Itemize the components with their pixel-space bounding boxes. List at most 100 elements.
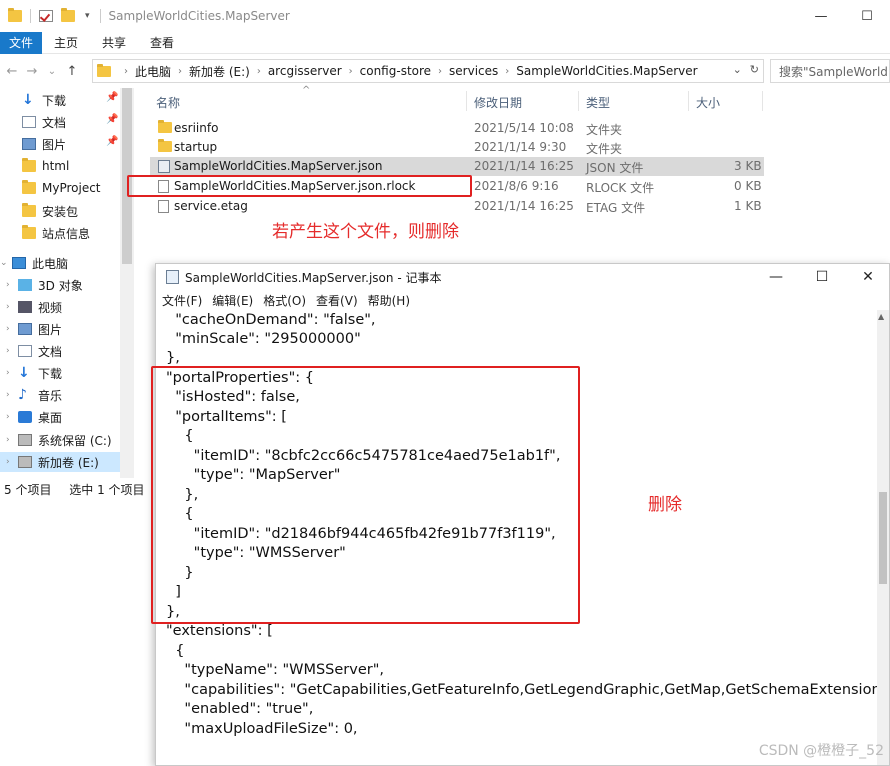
folder-icon bbox=[158, 139, 172, 152]
sidebar-item-videos[interactable]: › 视频 bbox=[6, 297, 62, 317]
address-row: ← → ⌄ ↑ › 此电脑 › 新加卷 (E:) › arcgisserver … bbox=[0, 58, 890, 84]
chevron-right-icon[interactable]: › bbox=[6, 457, 18, 467]
chevron-right-icon[interactable]: › bbox=[6, 435, 18, 445]
sidebar-item-3d-objects[interactable]: › 3D 对象 bbox=[6, 275, 83, 295]
minimize-button[interactable]: — bbox=[798, 0, 844, 32]
tab-share[interactable]: 共享 bbox=[90, 32, 138, 54]
file-row-mapserver-json[interactable]: SampleWorldCities.MapServer.json 2021/1/… bbox=[150, 157, 764, 176]
file-row-esriinfo[interactable]: esriinfo 2021/5/14 10:08 文件夹 bbox=[150, 119, 764, 138]
refresh-icon[interactable]: ↻ bbox=[750, 63, 759, 76]
sidebar-item-downloads-pc[interactable]: › ↓ 下载 bbox=[6, 363, 62, 383]
menu-view[interactable]: 查看(V) bbox=[316, 292, 358, 309]
column-separator[interactable] bbox=[762, 91, 763, 111]
sidebar-item-desktop[interactable]: › 桌面 bbox=[6, 407, 62, 427]
tab-view[interactable]: 查看 bbox=[138, 32, 186, 54]
file-row-startup[interactable]: startup 2021/1/14 9:30 文件夹 bbox=[150, 138, 764, 157]
menu-edit[interactable]: 编辑(E) bbox=[212, 292, 253, 309]
search-input[interactable]: 搜索"SampleWorld... bbox=[770, 59, 890, 83]
pin-icon[interactable]: 📌 bbox=[106, 136, 118, 147]
drive-icon bbox=[18, 434, 32, 446]
column-header-size[interactable]: 大小 bbox=[696, 94, 720, 111]
code-line: "maxUploadFileSize": 0, bbox=[166, 721, 358, 737]
file-row-etag[interactable]: service.etag 2021/1/14 16:25 ETAG 文件 1 K… bbox=[150, 197, 764, 216]
scroll-up-icon[interactable]: ▲ bbox=[878, 312, 884, 321]
sidebar-item-label: 图片 bbox=[42, 137, 67, 152]
breadcrumb-services[interactable]: services bbox=[449, 64, 498, 78]
maximize-button[interactable]: ☐ bbox=[799, 264, 845, 290]
navigation-pane: ↓ 下载 📌 文档 📌 图片 📌 html MyProject 安装包 站点信息 bbox=[0, 88, 134, 478]
column-header-type[interactable]: 类型 bbox=[586, 94, 610, 111]
sidebar-item-label: 视频 bbox=[38, 300, 63, 315]
chevron-right-icon[interactable]: › bbox=[6, 368, 18, 378]
sidebar-item-site-info[interactable]: 站点信息 bbox=[22, 223, 90, 243]
chevron-right-icon[interactable]: › bbox=[6, 346, 18, 356]
breadcrumb-config-store[interactable]: config-store bbox=[360, 64, 431, 78]
menu-help[interactable]: 帮助(H) bbox=[368, 292, 410, 309]
notepad-scrollbar[interactable]: ▲ bbox=[877, 310, 889, 765]
sidebar-item-documents-pc[interactable]: › 文档 bbox=[6, 341, 62, 361]
chevron-right-icon[interactable]: › bbox=[6, 324, 18, 334]
file-date: 2021/5/14 10:08 bbox=[474, 121, 574, 135]
minimize-button[interactable]: — bbox=[753, 264, 799, 290]
file-date: 2021/8/6 9:16 bbox=[474, 179, 559, 193]
nav-scrollbar[interactable] bbox=[120, 88, 134, 478]
recent-locations-icon[interactable]: ⌄ bbox=[42, 66, 62, 77]
column-separator[interactable] bbox=[688, 91, 689, 111]
music-note-icon: ♪ bbox=[18, 387, 27, 403]
breadcrumb-drive-e[interactable]: 新加卷 (E:) bbox=[189, 63, 250, 80]
window-controls: — ☐ ✕ bbox=[753, 264, 889, 290]
menu-file[interactable]: 文件(F) bbox=[162, 292, 202, 309]
chevron-down-icon[interactable]: ⌄ bbox=[0, 258, 12, 268]
properties-icon[interactable] bbox=[39, 10, 53, 22]
sidebar-item-drive-e[interactable]: › 新加卷 (E:) bbox=[0, 452, 120, 472]
sidebar-item-html[interactable]: html bbox=[22, 156, 69, 176]
forward-arrow-icon[interactable]: → bbox=[22, 64, 42, 79]
code-line: { bbox=[166, 643, 185, 659]
column-separator[interactable] bbox=[578, 91, 579, 111]
customize-toolbar-icon[interactable]: ▾ bbox=[85, 11, 90, 21]
sidebar-item-label: 站点信息 bbox=[42, 226, 91, 241]
sidebar-item-label: 系统保留 (C:) bbox=[38, 433, 112, 448]
tab-home[interactable]: 主页 bbox=[42, 32, 90, 54]
chevron-right-icon[interactable]: › bbox=[6, 390, 18, 400]
sidebar-item-music[interactable]: › ♪ 音乐 bbox=[6, 385, 62, 405]
pin-icon[interactable]: 📌 bbox=[106, 114, 118, 125]
pin-icon[interactable]: 📌 bbox=[106, 92, 118, 103]
file-name: startup bbox=[174, 140, 218, 154]
sidebar-item-pictures[interactable]: 图片 bbox=[22, 134, 66, 154]
sidebar-item-documents[interactable]: 文档 bbox=[22, 112, 66, 132]
menu-format[interactable]: 格式(O) bbox=[263, 292, 306, 309]
close-button[interactable]: ✕ bbox=[845, 264, 889, 290]
sidebar-item-installers[interactable]: 安装包 bbox=[22, 201, 78, 221]
scrollbar-thumb[interactable] bbox=[879, 492, 887, 584]
sidebar-item-this-pc[interactable]: ⌄ 此电脑 bbox=[0, 253, 68, 273]
video-icon bbox=[18, 301, 32, 313]
column-header-name[interactable]: 名称 bbox=[156, 94, 180, 111]
sidebar-item-pictures-pc[interactable]: › 图片 bbox=[6, 319, 62, 339]
chevron-right-icon[interactable]: › bbox=[6, 302, 18, 312]
maximize-button[interactable]: ☐ bbox=[844, 0, 890, 32]
back-arrow-icon[interactable]: ← bbox=[2, 64, 22, 79]
sidebar-item-downloads[interactable]: ↓ 下载 bbox=[22, 90, 66, 110]
sidebar-item-myproject[interactable]: MyProject bbox=[22, 178, 101, 198]
chevron-down-icon[interactable]: ⌄ bbox=[733, 63, 742, 76]
picture-icon bbox=[18, 323, 32, 335]
tab-file[interactable]: 文件 bbox=[0, 31, 42, 54]
breadcrumb-mapserver[interactable]: SampleWorldCities.MapServer bbox=[516, 64, 697, 78]
new-folder-icon[interactable] bbox=[61, 8, 75, 22]
file-type: 文件夹 bbox=[586, 123, 623, 137]
drive-icon bbox=[18, 456, 32, 468]
column-separator[interactable] bbox=[466, 91, 467, 111]
chevron-right-icon: › bbox=[348, 65, 353, 77]
address-bar[interactable]: › 此电脑 › 新加卷 (E:) › arcgisserver › config… bbox=[92, 59, 764, 83]
chevron-right-icon[interactable]: › bbox=[6, 412, 18, 422]
up-arrow-icon[interactable]: ↑ bbox=[62, 64, 82, 79]
sidebar-item-drive-c[interactable]: › 系统保留 (C:) bbox=[6, 430, 112, 450]
breadcrumb-arcgisserver[interactable]: arcgisserver bbox=[268, 64, 342, 78]
column-header-date[interactable]: 修改日期 bbox=[474, 94, 522, 111]
window-title: SampleWorldCities.MapServer bbox=[108, 9, 290, 23]
chevron-right-icon[interactable]: › bbox=[6, 280, 18, 290]
breadcrumb-this-pc[interactable]: 此电脑 bbox=[135, 63, 171, 80]
quick-access-toolbar: ▾ bbox=[4, 8, 105, 23]
sidebar-item-label: 新加卷 (E:) bbox=[38, 455, 99, 470]
